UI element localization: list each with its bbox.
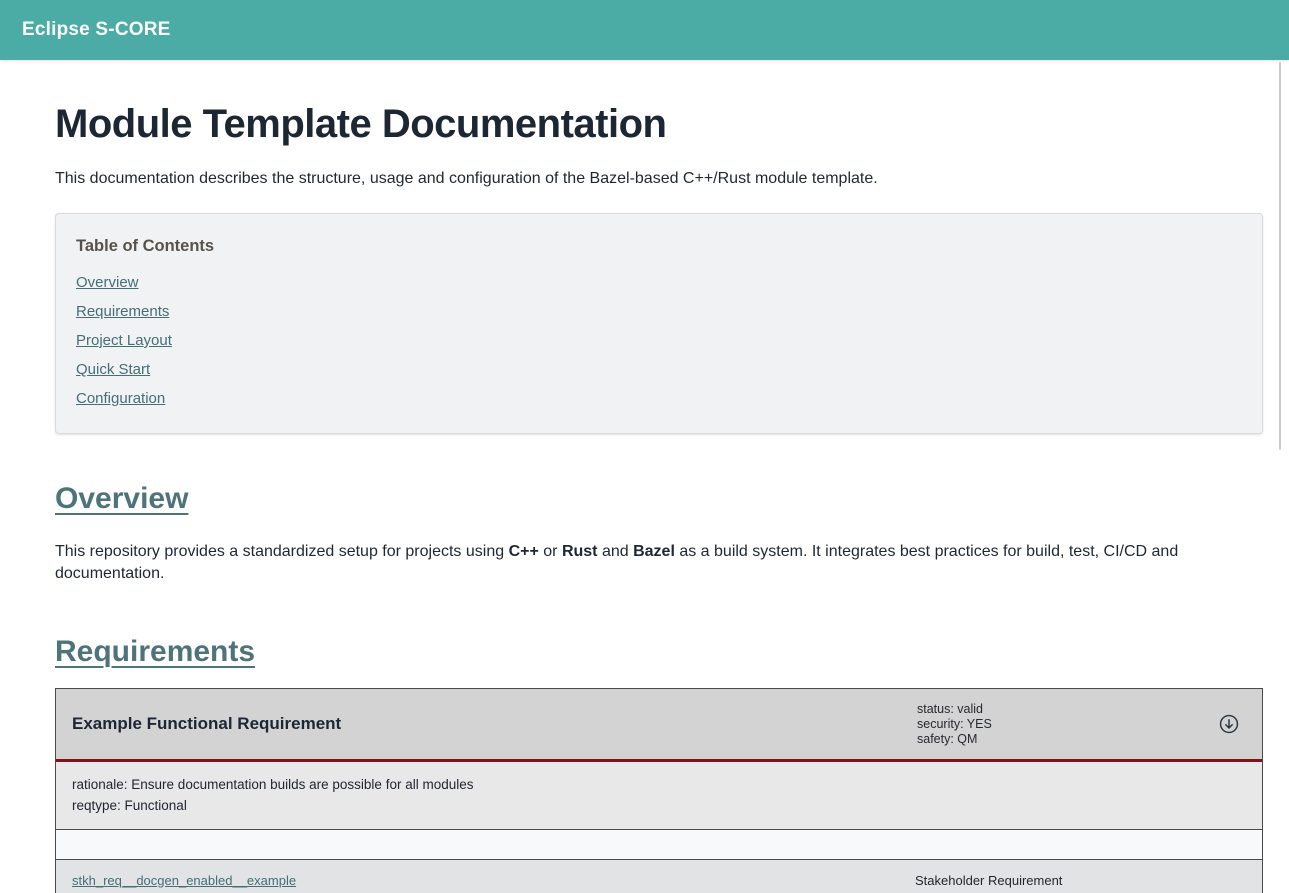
brand-logo[interactable]: Eclipse S-CORE — [22, 19, 171, 41]
main-content: Module Template Documentation This docum… — [55, 100, 1263, 893]
toc-link-quick-start[interactable]: Quick Start — [76, 362, 150, 378]
overview-bold-cpp: C++ — [509, 543, 539, 560]
requirements-heading[interactable]: Requirements — [55, 635, 255, 669]
overview-heading[interactable]: Overview — [55, 482, 188, 516]
overview-text-part: and — [598, 543, 634, 560]
toc-link-overview[interactable]: Overview — [76, 275, 139, 291]
requirement-status-block: status: valid security: YES safety: QM — [917, 702, 1196, 747]
field-reqtype: reqtype: Functional — [72, 795, 1246, 816]
status-line: safety: QM — [917, 732, 1196, 747]
requirement-title: Example Functional Requirement — [72, 714, 917, 734]
status-line: status: valid — [917, 702, 1196, 717]
vertical-scrollbar-thumb[interactable] — [1279, 62, 1281, 450]
overview-bold-rust: Rust — [562, 543, 598, 560]
related-link-cell: stkh_req__docgen_enabled__example — [72, 872, 915, 890]
toc-link-requirements[interactable]: Requirements — [76, 304, 169, 320]
status-line: security: YES — [917, 717, 1196, 732]
field-rationale: rationale: Ensure documentation builds a… — [72, 774, 1246, 795]
related-requirement-link[interactable]: stkh_req__docgen_enabled__example — [72, 873, 296, 888]
intro-paragraph: This documentation describes the structu… — [55, 168, 1263, 190]
requirement-icon-cell — [1196, 713, 1262, 735]
table-of-contents: Table of Contents Overview Requirements … — [55, 213, 1263, 434]
download-icon[interactable] — [1218, 713, 1240, 735]
requirement-empty-row — [56, 830, 1262, 860]
toc-link-configuration[interactable]: Configuration — [76, 391, 165, 407]
toc-link-project-layout[interactable]: Project Layout — [76, 333, 172, 349]
requirement-fields: rationale: Ensure documentation builds a… — [56, 762, 1262, 830]
overview-text-part: or — [539, 543, 562, 560]
overview-text-part: This repository provides a standardized … — [55, 543, 509, 560]
requirement-related-row: stkh_req__docgen_enabled__example Stakeh… — [56, 860, 1262, 893]
overview-bold-bazel: Bazel — [633, 543, 675, 560]
page-title: Module Template Documentation — [55, 100, 1263, 148]
toc-title: Table of Contents — [76, 237, 1242, 256]
requirement-card-header: Example Functional Requirement status: v… — [56, 689, 1262, 762]
related-requirement-type: Stakeholder Requirement — [915, 873, 1062, 888]
app-header: Eclipse S-CORE — [0, 0, 1289, 60]
overview-paragraph: This repository provides a standardized … — [55, 541, 1263, 585]
requirement-card: Example Functional Requirement status: v… — [55, 688, 1263, 893]
